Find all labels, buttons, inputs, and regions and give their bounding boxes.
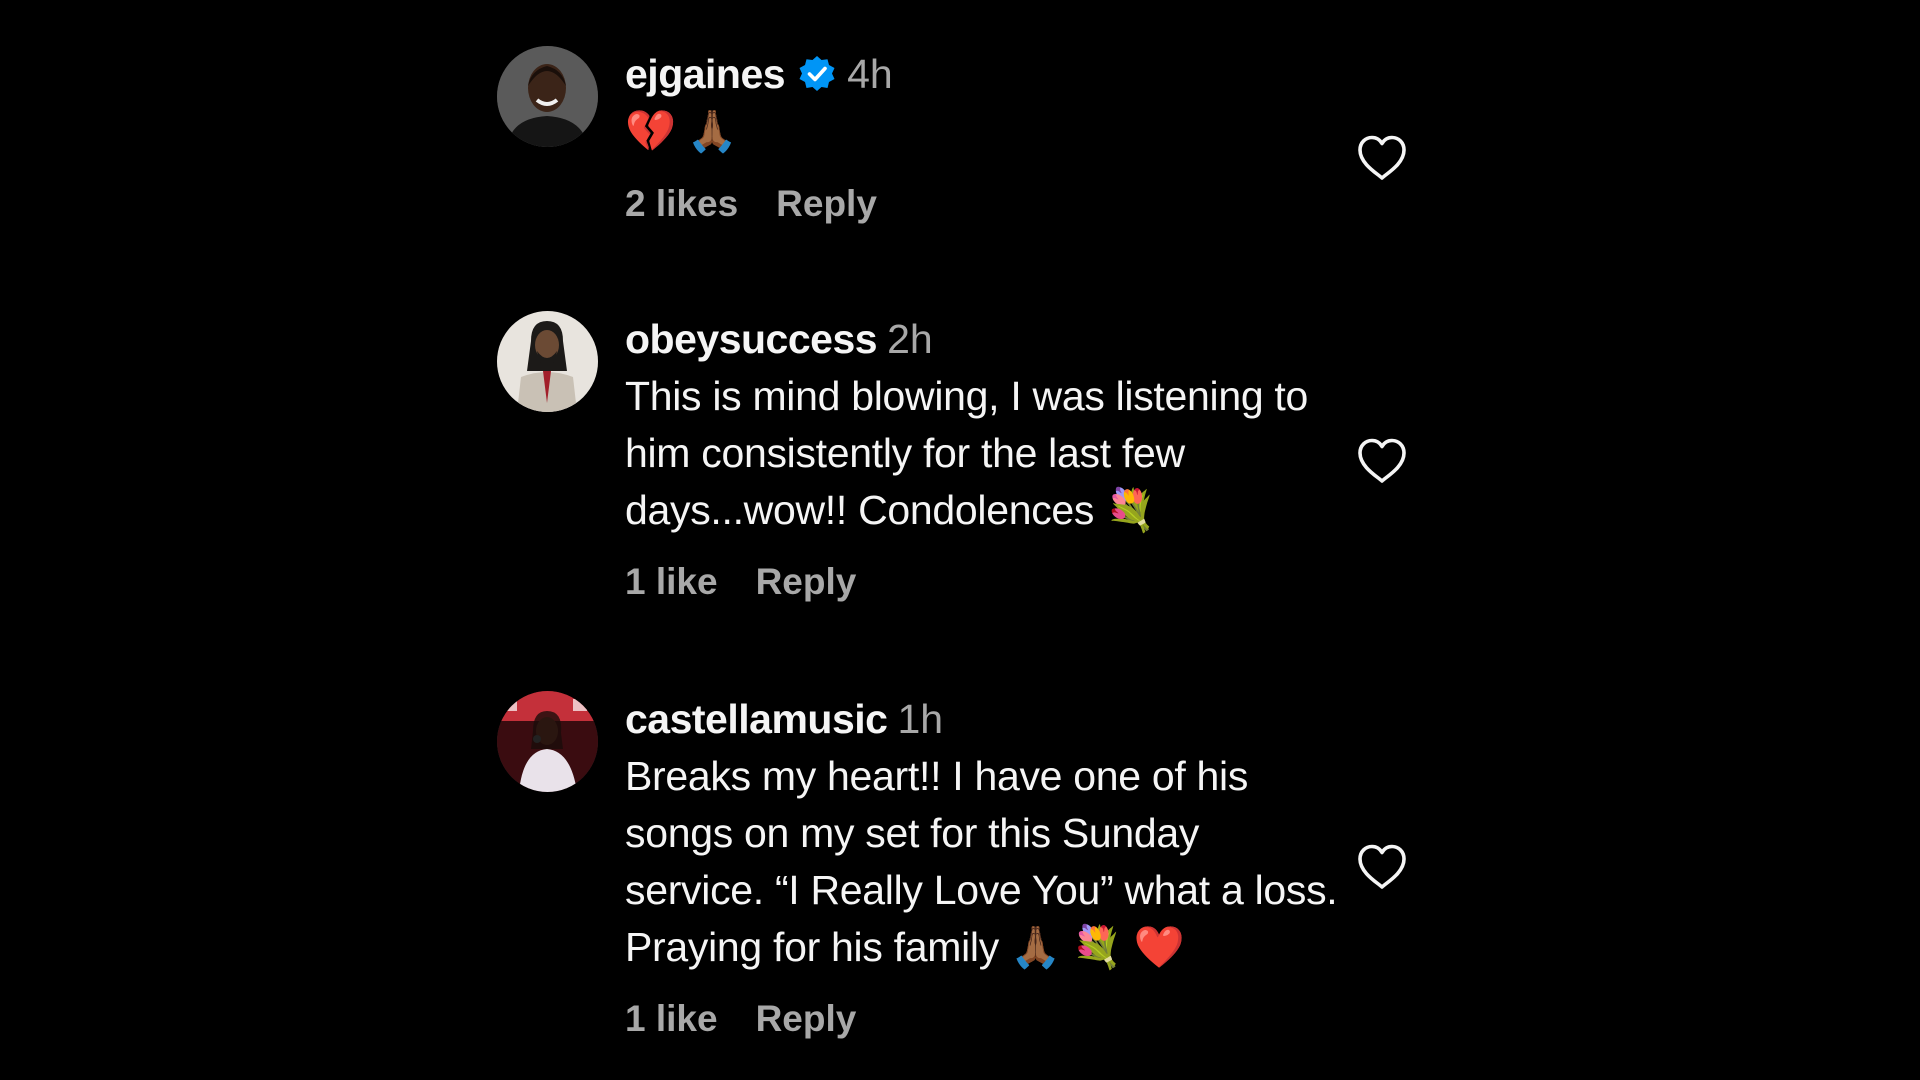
likes-count[interactable]: 1 like [625, 561, 718, 603]
username[interactable]: obeysuccess [625, 311, 878, 367]
verified-badge-icon [797, 54, 837, 94]
comment-ejgaines: ejgaines 4h 💔 🙏🏾 2 likes Reply [497, 46, 1427, 246]
comment-actions: 1 like Reply [625, 561, 1345, 603]
comment-text: 💔 🙏🏾 [625, 108, 738, 154]
comment-castellamusic: castellamusic 1h Breaks my heart!! I hav… [497, 691, 1427, 1071]
avatar-obeysuccess[interactable] [497, 311, 598, 412]
likes-count[interactable]: 2 likes [625, 183, 738, 225]
comment-body: castellamusic 1h Breaks my heart!! I hav… [625, 691, 1345, 1040]
comment-body: obeysuccess 2h This is mind blowing, I w… [625, 311, 1345, 603]
heart-outline-icon[interactable] [1356, 134, 1408, 182]
reply-button[interactable]: Reply [776, 183, 877, 225]
avatar-ejgaines[interactable] [497, 46, 598, 147]
heart-outline-icon[interactable] [1356, 843, 1408, 891]
reply-button[interactable]: Reply [756, 998, 857, 1040]
comment-obeysuccess: obeysuccess 2h This is mind blowing, I w… [497, 311, 1427, 621]
comment-header: obeysuccess 2h [625, 311, 1345, 367]
comment-body: ejgaines 4h 💔 🙏🏾 2 likes Reply [625, 46, 1345, 225]
comment-actions: 1 like Reply [625, 998, 1345, 1040]
comment-actions: 2 likes Reply [625, 183, 1345, 225]
heart-outline-icon[interactable] [1356, 437, 1408, 485]
comment-time: 1h [897, 696, 944, 742]
comment-text: Breaks my heart!! I have one of his song… [625, 753, 1349, 970]
username[interactable]: ejgaines [625, 46, 786, 102]
comment-header: ejgaines 4h [625, 46, 1345, 102]
likes-count[interactable]: 1 like [625, 998, 718, 1040]
comment-header: castellamusic 1h [625, 691, 1345, 747]
comment-time: 4h [847, 51, 893, 97]
avatar-castellamusic[interactable] [497, 691, 598, 792]
comment-time: 2h [887, 316, 933, 362]
comment-text: This is mind blowing, I was listening to… [625, 373, 1320, 533]
reply-button[interactable]: Reply [756, 561, 857, 603]
username[interactable]: castellamusic [625, 691, 888, 747]
